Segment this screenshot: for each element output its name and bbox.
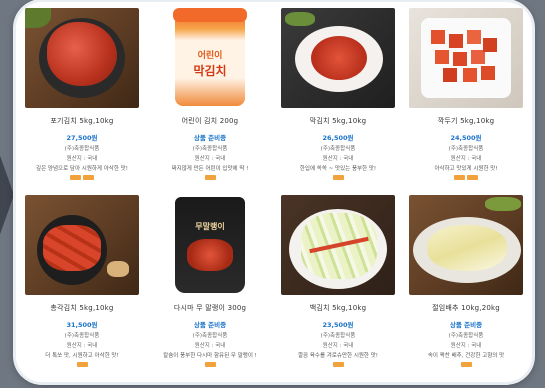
product-image[interactable] [409, 8, 523, 108]
badge-icon [204, 175, 216, 180]
product-badges [454, 175, 478, 180]
product-description: 칼슘이 풍부한 다시마 함유된 무 말랭이 ! [163, 353, 257, 359]
product-maker: (주)축종합식품 [448, 146, 484, 152]
product-badges [332, 175, 344, 180]
badge-icon [76, 362, 88, 367]
product-card[interactable]: 절임배추 10kg,20kg 상품 준비중 (주)축종합식품 원산지 : 국내 … [406, 195, 526, 376]
product-price: 상품 준비중 [193, 134, 227, 142]
product-card[interactable]: 포기김치 5kg,10kg 27,500원 (주)축종합식품 원산지 : 국내 … [22, 8, 142, 189]
jar-lid [173, 8, 247, 22]
product-price: 상품 준비중 [193, 321, 227, 329]
product-price: 상품 준비중 [449, 321, 483, 329]
product-name[interactable]: 깍두기 5kg,10kg [438, 116, 495, 126]
product-card[interactable]: 어린이 막김치 어린이 김치 200g 상품 준비중 (주)축종합식품 원산지 … [150, 8, 270, 189]
product-card[interactable]: 막김치 5kg,10kg 26,500원 (주)축종합식품 원산지 : 국내 한… [278, 8, 398, 189]
product-origin: 원산지 : 국내 [194, 343, 226, 349]
product-name[interactable]: 총각김치 5kg,10kg [50, 303, 113, 313]
product-badges [204, 175, 216, 180]
product-maker: (주)축종합식품 [448, 333, 484, 339]
radish-cubes [431, 30, 499, 84]
jar-label-main: 막김치 [193, 64, 227, 78]
product-badges [76, 362, 88, 367]
product-description: 속이 꽉찬 배추, 건강한 고향의 맛 [427, 353, 505, 359]
product-description: 더 톡쏘 맛, 시원하고 아삭한 맛! [45, 353, 119, 359]
product-grid: 포기김치 5kg,10kg 27,500원 (주)축종합식품 원산지 : 국내 … [22, 8, 526, 376]
product-name[interactable]: 다시마 무 말랭이 300g [174, 303, 246, 313]
product-name[interactable]: 절임배추 10kg,20kg [432, 303, 500, 313]
product-name[interactable]: 어린이 김치 200g [182, 116, 239, 126]
product-price: 24,500원 [450, 134, 482, 142]
kimchi [43, 225, 101, 271]
product-maker: (주)축종합식품 [192, 146, 228, 152]
product-card[interactable]: 총각김치 5kg,10kg 31,500원 (주)축종합식품 원산지 : 국내 … [22, 195, 142, 376]
product-image[interactable] [281, 8, 395, 108]
kimchi [311, 36, 367, 80]
product-origin: 원산지 : 국내 [450, 343, 482, 349]
garnish-leaf [485, 197, 521, 211]
product-origin: 원산지 : 국내 [322, 343, 354, 349]
product-name[interactable]: 막김치 5kg,10kg [310, 116, 367, 126]
garnish-spring-onion [285, 12, 315, 26]
product-card[interactable]: 백김치 5kg,10kg 23,500원 (주)축종합식품 원산지 : 국내 깔… [278, 195, 398, 376]
product-image[interactable]: 어린이 막김치 [153, 8, 267, 108]
badge-icon [332, 175, 344, 180]
badge-icon [83, 175, 94, 180]
product-price: 26,500원 [322, 134, 354, 142]
product-badges [332, 362, 344, 367]
product-origin: 원산지 : 국내 [322, 156, 354, 162]
product-price: 27,500원 [66, 134, 98, 142]
product-image[interactable] [25, 8, 139, 108]
product-name[interactable]: 백김치 5kg,10kg [310, 303, 367, 313]
product-badges [460, 362, 472, 367]
garnish-leaf [25, 8, 51, 28]
product-maker: (주)축종합식품 [64, 146, 100, 152]
product-origin: 원산지 : 국내 [66, 343, 98, 349]
background-arrow [0, 150, 14, 240]
badge-icon [454, 175, 465, 180]
pouch-label: 무말랭이 [195, 222, 225, 231]
product-origin: 원산지 : 국내 [450, 156, 482, 162]
badge-icon [204, 362, 216, 367]
product-card[interactable]: 무말랭이 다시마 무 말랭이 300g 상품 준비중 (주)축종합식품 원산지 … [150, 195, 270, 376]
product-description: 아삭하고 맛있게 시원한 맛! [434, 166, 498, 172]
product-image[interactable] [281, 195, 395, 295]
product-origin: 원산지 : 국내 [194, 156, 226, 162]
product-name[interactable]: 포기김치 5kg,10kg [50, 116, 113, 126]
dried-radish [187, 239, 233, 271]
product-description: 깔끔 육수를 겨로슈만한 시원한 맛! [297, 353, 379, 359]
salted-cabbage [427, 225, 507, 271]
product-maker: (주)축종합식품 [320, 146, 356, 152]
product-image[interactable] [25, 195, 139, 295]
product-image[interactable]: 무말랭이 [153, 195, 267, 295]
product-price: 23,500원 [322, 321, 354, 329]
product-card[interactable]: 깍두기 5kg,10kg 24,500원 (주)축종합식품 원산지 : 국내 아… [406, 8, 526, 189]
product-badges [70, 175, 94, 180]
product-description: 짜지않게 만든 어린이 입맛에 딱 ! [171, 166, 249, 172]
product-origin: 원산지 : 국내 [66, 156, 98, 162]
badge-icon [467, 175, 478, 180]
product-badges [204, 362, 216, 367]
kimchi [47, 22, 117, 86]
ginger [107, 261, 129, 277]
product-maker: (주)축종합식품 [192, 333, 228, 339]
badge-icon [332, 362, 344, 367]
badge-icon [460, 362, 472, 367]
product-maker: (주)축종합식품 [320, 333, 356, 339]
product-image[interactable] [409, 195, 523, 295]
jar-label-top: 어린이 [197, 51, 223, 61]
product-panel: 포기김치 5kg,10kg 27,500원 (주)축종합식품 원산지 : 국내 … [16, 2, 532, 382]
product-price: 31,500원 [66, 321, 98, 329]
product-description: 한입에 쏙쏙 ~ 맛있는 풍부한 맛! [299, 166, 377, 172]
product-description: 깊은 양념으로 담아 시원하게 아삭한 맛! [36, 166, 128, 172]
badge-icon [70, 175, 81, 180]
product-maker: (주)축종합식품 [64, 333, 100, 339]
